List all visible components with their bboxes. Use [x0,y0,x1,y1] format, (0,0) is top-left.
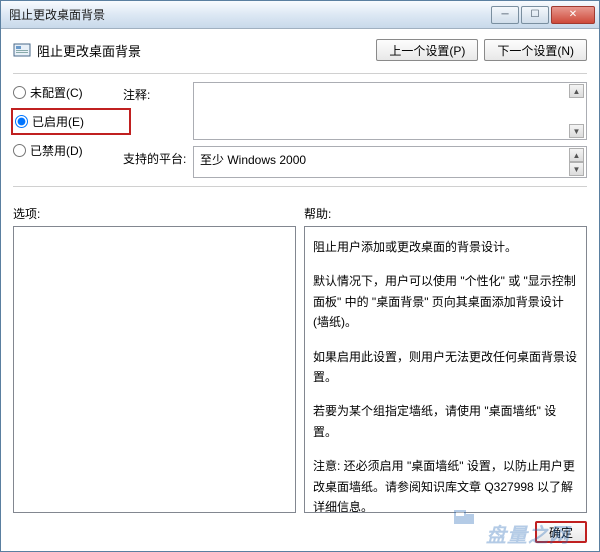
radio-not-configured[interactable]: 未配置(C) [13,84,123,101]
options-box [13,226,296,513]
prev-setting-button[interactable]: 上一个设置(P) [376,39,478,61]
header-row: 阻止更改桌面背景 上一个设置(P) 下一个设置(N) [13,39,587,61]
help-p4: 若要为某个组指定墙纸，请使用 "桌面墙纸" 设置。 [313,401,578,442]
help-p2: 默认情况下，用户可以使用 "个性化" 或 "显示控制面板" 中的 "桌面背景" … [313,271,578,332]
nav-buttons: 上一个设置(P) 下一个设置(N) [376,39,587,61]
radio-enabled[interactable]: 已启用(E) [11,108,131,135]
radio-disabled[interactable]: 已禁用(D) [13,142,123,159]
lower-area: 选项: 帮助: 阻止用户添加或更改桌面的背景设计。 默认情况下，用户可以使用 "… [13,205,587,513]
help-p1: 阻止用户添加或更改桌面的背景设计。 [313,237,578,257]
platform-box: 至少 Windows 2000 ▲ ▼ [193,146,587,178]
titlebar[interactable]: 阻止更改桌面背景 ─ ☐ ✕ [1,1,599,29]
radio-not-configured-label: 未配置(C) [30,84,83,101]
help-text[interactable]: 阻止用户添加或更改桌面的背景设计。 默认情况下，用户可以使用 "个性化" 或 "… [304,226,587,513]
watermark-logo [448,500,480,532]
help-p3: 如果启用此设置，则用户无法更改任何桌面背景设置。 [313,347,578,388]
separator [13,73,587,74]
comment-row: 注释: ▲ ▼ [123,82,587,140]
platform-value: 至少 Windows 2000 [200,153,306,167]
radio-enabled-input[interactable] [15,115,28,128]
options-label: 选项: [13,205,296,222]
scroll-down-icon[interactable]: ▼ [569,124,584,138]
policy-icon [13,41,31,59]
scroll-up-icon[interactable]: ▲ [569,148,584,162]
page-title: 阻止更改桌面背景 [37,41,376,60]
content-area: 阻止更改桌面背景 上一个设置(P) 下一个设置(N) 未配置(C) 已启用(E) [1,29,599,551]
radio-group: 未配置(C) 已启用(E) 已禁用(D) [13,82,123,178]
minimize-button[interactable]: ─ [491,6,519,24]
radio-not-configured-input[interactable] [13,86,26,99]
comment-label: 注释: [123,82,193,103]
help-p5: 注意: 还必须启用 "桌面墙纸" 设置，以防止用户更改桌面墙纸。请参阅知识库文章… [313,456,578,513]
fields-column: 注释: ▲ ▼ 支持的平台: 至少 Windows 2000 ▲ ▼ [123,82,587,178]
separator [13,186,587,187]
platform-label: 支持的平台: [123,146,193,167]
help-column: 帮助: 阻止用户添加或更改桌面的背景设计。 默认情况下，用户可以使用 "个性化"… [304,205,587,513]
maximize-button[interactable]: ☐ [521,6,549,24]
platform-row: 支持的平台: 至少 Windows 2000 ▲ ▼ [123,146,587,178]
window-controls: ─ ☐ ✕ [491,6,595,24]
scroll-up-icon[interactable]: ▲ [569,84,584,98]
scroll-down-icon[interactable]: ▼ [569,162,584,176]
radio-disabled-input[interactable] [13,144,26,157]
help-label: 帮助: [304,205,587,222]
radio-disabled-label: 已禁用(D) [30,142,83,159]
footer: 确定 [13,513,587,543]
next-setting-button[interactable]: 下一个设置(N) [484,39,587,61]
config-area: 未配置(C) 已启用(E) 已禁用(D) 注释: ▲ ▼ [13,82,587,178]
window-title: 阻止更改桌面背景 [9,6,491,23]
radio-enabled-label: 已启用(E) [32,113,84,130]
dialog-window: 阻止更改桌面背景 ─ ☐ ✕ 阻止更改桌面背景 上一个设置(P) 下一个设置(N… [0,0,600,552]
ok-button[interactable]: 确定 [535,521,587,543]
comment-textarea[interactable]: ▲ ▼ [193,82,587,140]
close-button[interactable]: ✕ [551,6,595,24]
options-column: 选项: [13,205,296,513]
